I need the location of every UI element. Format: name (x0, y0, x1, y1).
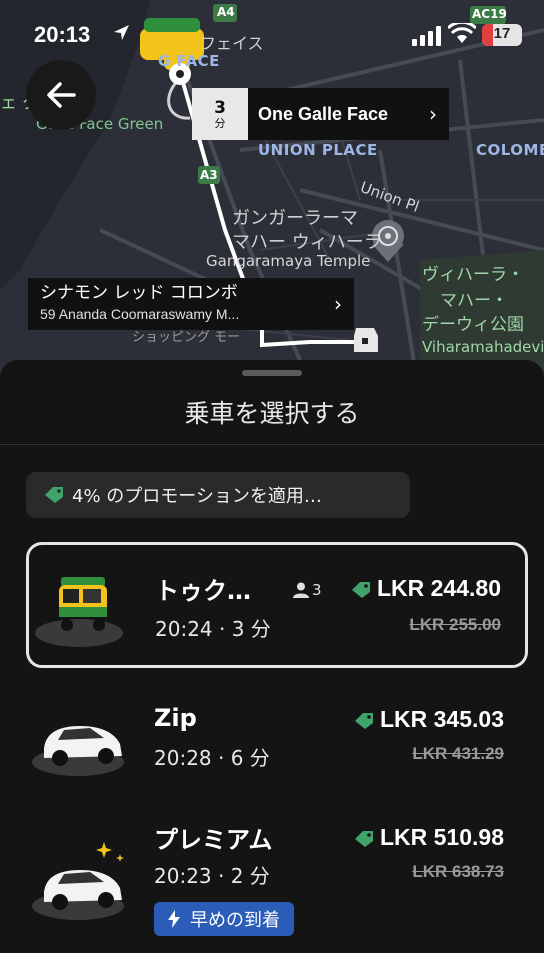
ride-option-zip[interactable]: Zip 20:28 · 6 分 LKR 345.03 LKR 431.29 (26, 690, 528, 794)
status-time: 20:13 (34, 22, 91, 47)
map-label-temple-jp-1: ガンガーラーマ (232, 208, 358, 229)
location-arrow-icon (114, 25, 129, 40)
destination-eta-unit: 分 (214, 116, 226, 130)
map-label-colombo: COLOMB (476, 141, 544, 159)
pickup-title: シナモン レッド コロンボ (40, 283, 238, 303)
sheet-drag-handle[interactable] (242, 370, 302, 376)
map-label-viharamahadevi: Viharamahadevi (422, 338, 544, 356)
map-view[interactable]: A4 AC19 A3 フェイス G FACE ェ グリーン Galle Face… (0, 0, 544, 400)
map-label-vihara-jp-3: デーウィ公園 (422, 315, 524, 335)
premium-car-image (32, 842, 124, 920)
pickup-address: 59 Ananda Coomaraswamy M... (40, 306, 240, 322)
ride-eta: 20:24 · 3 分 (155, 617, 271, 641)
wifi-icon (448, 23, 476, 43)
ride-name: トゥク… (155, 577, 251, 605)
ride-price: LKR 244.80 (351, 575, 501, 602)
ride-original-price: LKR 255.00 (409, 615, 501, 634)
ride-price-value: LKR 345.03 (379, 706, 504, 732)
ride-eta: 20:23 · 2 分 (154, 864, 270, 888)
ride-eta: 20:28 · 6 分 (154, 746, 270, 770)
back-button[interactable] (26, 60, 96, 130)
ride-price-value: LKR 244.80 (376, 575, 501, 601)
destination-eta: 3 分 (192, 88, 248, 140)
map-label-temple-jp-2: マハー ウィハーラ (232, 232, 382, 253)
map-label-vihara-jp-2: マハー・ (440, 291, 508, 311)
destination-eta-value: 3 (214, 97, 226, 118)
ride-name: Zip (154, 704, 197, 732)
lightning-icon (168, 910, 180, 928)
ride-original-price: LKR 638.73 (412, 862, 504, 881)
status-bar: 20:13 17 (0, 0, 544, 70)
ride-option-premium[interactable]: プレミアム 20:23 · 2 分 LKR 510.98 LKR 638.73 … (26, 810, 528, 953)
sheet-title: 乗車を選択する (184, 399, 360, 428)
ride-price: LKR 510.98 (354, 824, 504, 851)
seat-count-value: 3 (312, 581, 322, 599)
promo-tag-icon (45, 487, 63, 503)
pickup-callout[interactable]: シナモン レッド コロンボ 59 Ananda Coomaraswamy M..… (28, 278, 354, 330)
ride-name: プレミアム (154, 826, 273, 854)
person-icon (293, 582, 309, 598)
seat-count: 3 (293, 581, 322, 599)
promo-tag-icon (354, 830, 373, 847)
faster-arrival-badge: 早めの到着 (154, 902, 294, 936)
promo-tag-icon (351, 581, 370, 598)
chevron-right-icon: › (429, 102, 437, 126)
ride-original-price: LKR 431.29 (412, 744, 504, 763)
ride-selection-sheet: 乗車を選択する 4% のプロモーションを適用… トゥク… 20:24 · 3 分 (0, 360, 544, 953)
promo-tag-icon (354, 712, 373, 729)
car-image (32, 726, 124, 776)
faster-arrival-label: 早めの到着 (190, 910, 280, 931)
map-label-union-place: UNION PLACE (258, 141, 378, 159)
map-label-gangaramaya: Gangaramaya Temple (206, 252, 371, 270)
map-label-vihara-jp-1: ヴィハーラ・ (422, 265, 524, 285)
promo-label: 4% のプロモーションを適用… (72, 486, 322, 507)
ride-price: LKR 345.03 (354, 706, 504, 733)
battery-icon: 17 (482, 24, 522, 46)
destination-name: One Galle Face (258, 103, 389, 124)
ride-option-tuk[interactable]: トゥク… 20:24 · 3 分 3 LKR 244.80 LKR 255.00 (26, 542, 528, 668)
destination-callout[interactable]: 3 分 One Galle Face › (192, 88, 449, 140)
road-badge-a3: A3 (200, 168, 218, 182)
battery-level: 17 (493, 25, 511, 42)
ride-price-value: LKR 510.98 (379, 824, 504, 850)
divider (0, 444, 544, 445)
promo-button[interactable]: 4% のプロモーションを適用… (26, 472, 410, 518)
tuktuk-image (35, 577, 123, 647)
chevron-right-icon: › (334, 292, 342, 316)
signal-icon (412, 26, 441, 46)
back-arrow-icon (47, 82, 76, 108)
